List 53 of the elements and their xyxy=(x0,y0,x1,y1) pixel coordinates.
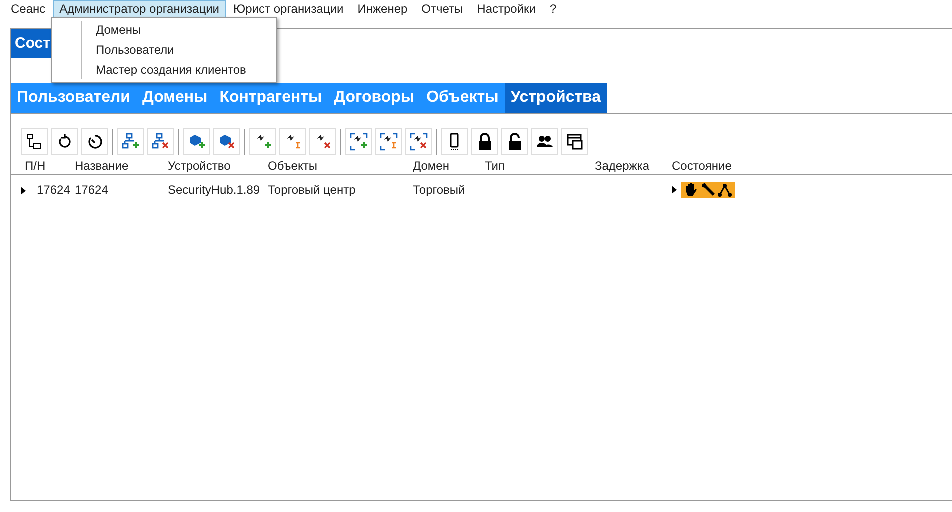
device-tree-icon xyxy=(26,132,44,150)
table-cell-text: Торговый центр xyxy=(268,183,357,197)
framed-bolt-edit-icon xyxy=(380,132,398,150)
framed-bolt-remove-button[interactable] xyxy=(405,128,432,155)
network-remove-icon xyxy=(152,132,170,150)
column-header: Объекты xyxy=(268,159,318,173)
timer-icon xyxy=(86,132,104,150)
hand-icon xyxy=(683,182,699,198)
cube-add-button[interactable] xyxy=(183,128,210,155)
framed-bolt-remove-icon xyxy=(410,132,428,150)
table-cell-text: Торговый xyxy=(413,183,466,197)
windows-button[interactable] xyxy=(561,128,588,155)
expand-arrow-icon[interactable] xyxy=(20,187,26,195)
network-icon xyxy=(717,182,733,198)
table-cell-text: SecurityHub.1.89 xyxy=(168,183,262,197)
cube-remove-icon xyxy=(218,132,236,150)
menu-item[interactable]: Настройки xyxy=(470,0,543,18)
unlock-button[interactable] xyxy=(501,128,528,155)
column-header: Название xyxy=(75,159,130,173)
network-remove-button[interactable] xyxy=(147,128,174,155)
bolt-remove-button[interactable] xyxy=(309,128,336,155)
column-header: П/Н xyxy=(25,159,47,173)
menu-item[interactable]: ? xyxy=(543,0,564,18)
menu-item[interactable]: Администратор организации xyxy=(52,0,226,18)
column-header: Устройство xyxy=(168,159,232,173)
dropdown-item[interactable]: Мастер создания клиентов xyxy=(52,60,276,80)
column-header: Задержка xyxy=(595,159,650,173)
menu-item[interactable]: Отчеты xyxy=(414,0,470,18)
bolt-edit-button[interactable] xyxy=(279,128,306,155)
framed-bolt-add-icon xyxy=(350,132,368,150)
column-header: Состояние xyxy=(672,159,733,173)
framed-bolt-add-button[interactable] xyxy=(345,128,372,155)
table-cell-text: 17624 xyxy=(36,183,72,197)
bolt-add-button[interactable] xyxy=(249,128,276,155)
windows-icon xyxy=(566,132,584,150)
menu-item[interactable]: Инженер xyxy=(350,0,415,18)
timer-button[interactable] xyxy=(81,128,108,155)
column-header: Домен xyxy=(413,159,450,173)
cube-remove-button[interactable] xyxy=(213,128,240,155)
column-header: Тип xyxy=(485,159,506,173)
network-add-button[interactable] xyxy=(117,128,144,155)
menu-item[interactable]: Сеанс xyxy=(4,0,53,18)
people-button[interactable] xyxy=(531,128,558,155)
table-cell-text: 17624 xyxy=(75,183,110,197)
menu-item[interactable]: Юрист организации xyxy=(226,0,351,18)
lock-button[interactable] xyxy=(471,128,498,155)
phone-button[interactable] xyxy=(441,128,468,155)
network-add-icon xyxy=(122,132,140,150)
tab[interactable]: Устройства xyxy=(504,83,608,113)
device-tree-button[interactable] xyxy=(21,128,48,155)
cube-add-icon xyxy=(188,132,206,150)
framed-bolt-edit-button[interactable] xyxy=(375,128,402,155)
expand-arrow-icon[interactable] xyxy=(672,186,677,194)
